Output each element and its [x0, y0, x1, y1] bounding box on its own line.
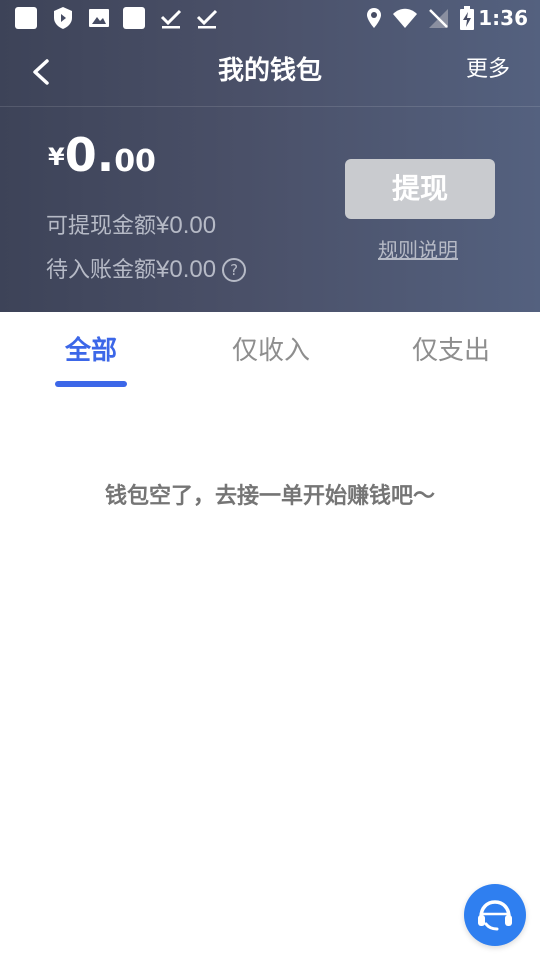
- pending-amount: ¥0.00: [156, 256, 217, 283]
- status-bar: 1:36: [0, 0, 540, 36]
- rules-link[interactable]: 规则说明: [378, 234, 458, 263]
- page-title: 我的钱包: [217, 56, 322, 86]
- tab-income[interactable]: 仅收入: [232, 330, 310, 367]
- tab-all[interactable]: 全部: [65, 330, 117, 367]
- balance-currency: ¥: [48, 143, 65, 171]
- shield-icon: [51, 6, 75, 30]
- location-icon: [362, 6, 386, 30]
- balance-amount: ¥0.00: [48, 128, 156, 182]
- withdrawable-label: 可提现金额: [46, 214, 157, 239]
- nav-divider: [0, 106, 540, 107]
- withdrawable-row: 可提现金额¥0.00: [46, 208, 216, 240]
- pending-row: 待入账金额¥0.00?: [46, 252, 247, 284]
- app-icon: [14, 6, 38, 30]
- customer-service-button[interactable]: [464, 884, 526, 946]
- more-button[interactable]: 更多: [466, 36, 510, 104]
- tab-indicator: [55, 381, 127, 387]
- download-done-icon: [159, 6, 183, 30]
- status-time: 1:36: [478, 6, 528, 30]
- headset-service-icon: [478, 900, 512, 931]
- balance-integer: 0.: [64, 128, 115, 182]
- no-signal-icon: [426, 6, 450, 30]
- withdraw-button[interactable]: 提现: [345, 159, 495, 219]
- download-done-icon: [195, 6, 219, 30]
- wallet-page: 1:36 我的钱包 更多 ¥0.00 可提现金额¥0.00 待入账金额¥0.00…: [0, 0, 540, 960]
- empty-state-message: 钱包空了，去接一单开始赚钱吧～: [104, 484, 435, 509]
- tab-expense[interactable]: 仅支出: [412, 330, 490, 367]
- withdrawable-amount: ¥0.00: [156, 212, 217, 239]
- image-icon: [87, 6, 111, 30]
- tab-bar: 全部 仅收入 仅支出: [0, 312, 540, 392]
- battery-charging-icon: [458, 6, 476, 30]
- back-button[interactable]: [22, 50, 62, 94]
- app-icon: [122, 6, 146, 30]
- question-circle-icon[interactable]: ?: [222, 258, 247, 282]
- balance-decimal: 00: [114, 144, 156, 179]
- chevron-left-icon: [33, 59, 49, 85]
- wifi-icon: [392, 6, 418, 30]
- nav-bar: 我的钱包 更多: [0, 36, 540, 106]
- pending-label: 待入账金额: [46, 258, 157, 283]
